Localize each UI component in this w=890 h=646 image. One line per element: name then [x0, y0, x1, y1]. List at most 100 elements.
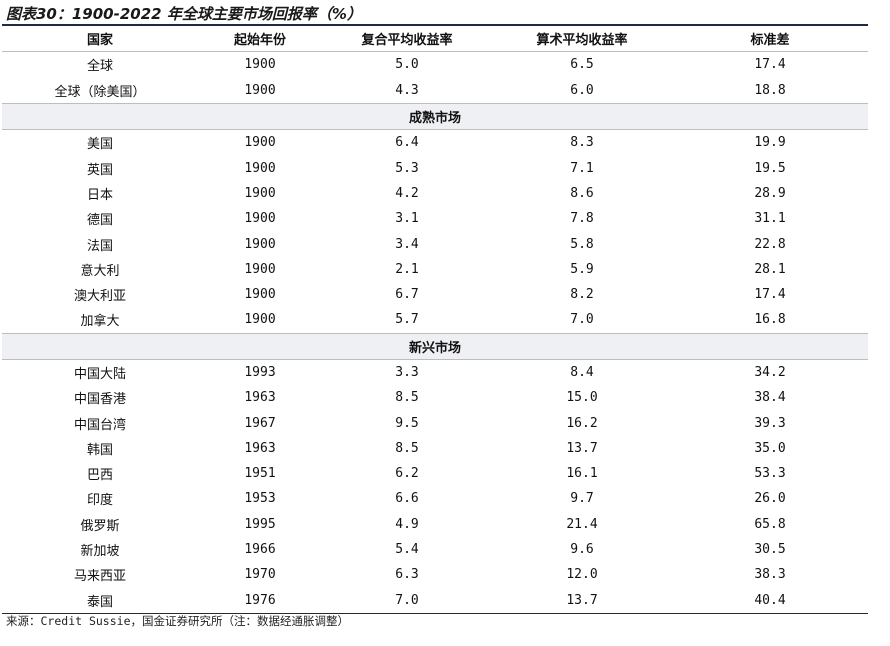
table-row: 意大利 1900 2.1 5.9 28.1: [2, 257, 868, 282]
cell-std-dev: 38.4: [754, 390, 786, 406]
cell-start-year: 1970: [244, 567, 276, 583]
developed-section: 美国 1900 6.4 8.3 19.9 英国 1900 5.3 7.1 19.5 日本 1900 4.…: [2, 130, 868, 333]
developed-section-header: 成熟市场: [2, 102, 868, 131]
table-row: 日本 1900 4.2 8.6 28.9: [2, 181, 868, 206]
cell-compound-return: 9.5: [395, 415, 419, 431]
cell-arithmetic-return: 9.6: [570, 542, 594, 558]
cell-arithmetic-return: 12.0: [566, 567, 598, 583]
cell-start-year: 1976: [198, 587, 322, 614]
cell-country: 日本: [86, 187, 113, 203]
cell-arithmetic-return: 21.4: [566, 516, 598, 532]
table-row: 新加坡 1966 5.4 9.6 30.5: [2, 537, 868, 562]
emerging-section-header: 新兴市场: [2, 332, 868, 360]
cell-std-dev: 53.3: [754, 466, 786, 482]
table-row: 英国 1900 5.3 7.1 19.5: [2, 155, 868, 180]
cell-arithmetic-return: 13.7: [566, 440, 598, 456]
table-row: 法国 1900 3.4 5.8 22.8: [2, 231, 868, 256]
cell-country: 中国香港: [73, 392, 126, 408]
cell-std-dev: 17.4: [754, 57, 786, 73]
cell-compound-return: 6.3: [395, 567, 419, 583]
cell-country: 新加坡: [80, 544, 120, 560]
cell-start-year: 1900: [244, 312, 276, 328]
cell-compound-return: 3.4: [395, 236, 419, 252]
cell-arithmetic-return: 7.8: [570, 211, 594, 227]
cell-std-dev: 35.0: [754, 440, 786, 456]
cell-compound-return: 6.6: [395, 491, 419, 507]
cell-country: 马来西亚: [73, 569, 126, 585]
cell-country: 中国台湾: [73, 417, 126, 433]
cell-std-dev: 18.8: [754, 82, 786, 98]
cell-compound-return: 4.2: [395, 185, 419, 201]
cell-arithmetic-return: 5.8: [570, 236, 594, 252]
column-header-start-year: 起始年份: [198, 26, 322, 53]
cell-std-dev: 38.3: [754, 567, 786, 583]
table-row: 韩国 1963 8.5 13.7 35.0: [2, 436, 868, 461]
table-row: 俄罗斯 1995 4.9 21.4 65.8: [2, 512, 868, 537]
cell-compound-return: 8.5: [395, 440, 419, 456]
cell-start-year: 1900: [244, 160, 276, 176]
cell-start-year: 1963: [244, 440, 276, 456]
column-header-std-dev: 标准差: [672, 26, 868, 53]
cell-compound-return: 2.1: [395, 261, 419, 277]
cell-country: 全球: [86, 59, 113, 75]
cell-country: 意大利: [80, 263, 120, 279]
column-header-arithmetic-return: 算术平均收益率: [492, 26, 672, 53]
cell-arithmetic-return: 7.0: [570, 312, 594, 328]
cell-compound-return: 6.7: [395, 287, 419, 303]
cell-std-dev: 22.8: [754, 236, 786, 252]
cell-arithmetic-return: 16.2: [566, 415, 598, 431]
table-header-row: 国家 起始年份 复合平均收益率 算术平均收益率 标准差: [2, 26, 868, 53]
table-row: 加拿大 1900 5.7 7.0 16.8: [2, 307, 868, 333]
cell-start-year: 1900: [244, 185, 276, 201]
cell-compound-return: 5.4: [395, 542, 419, 558]
table-row: 印度 1953 6.6 9.7 26.0: [2, 486, 868, 511]
cell-compound-return: 3.1: [395, 211, 419, 227]
table-row: 巴西 1951 6.2 16.1 53.3: [2, 461, 868, 486]
column-header-compound-return: 复合平均收益率: [322, 26, 492, 53]
cell-start-year: 1995: [244, 516, 276, 532]
cell-country: 俄罗斯: [80, 518, 120, 534]
cell-std-dev: 28.1: [754, 261, 786, 277]
section-label-emerging: 新兴市场: [2, 332, 868, 360]
cell-compound-return: 8.5: [395, 390, 419, 406]
cell-start-year: 1993: [244, 365, 276, 380]
table-row: 全球（除美国） 1900 4.3 6.0 18.8: [2, 78, 868, 104]
cell-std-dev: 19.5: [754, 160, 786, 176]
cell-arithmetic-return: 5.9: [570, 261, 594, 277]
cell-start-year: 1900: [244, 236, 276, 252]
cell-country: 巴西: [86, 468, 113, 484]
cell-start-year: 1900: [244, 135, 276, 151]
column-header-country: 国家: [2, 26, 198, 53]
cell-arithmetic-return: 13.7: [492, 587, 672, 614]
cell-std-dev: 65.8: [754, 516, 786, 532]
cell-std-dev: 39.3: [754, 415, 786, 431]
table-row: 美国 1900 6.4 8.3 19.9: [2, 130, 868, 156]
cell-country: 澳大利亚: [73, 289, 126, 305]
cell-std-dev: 26.0: [754, 491, 786, 507]
cell-arithmetic-return: 7.1: [570, 160, 594, 176]
returns-table: 国家 起始年份 复合平均收益率 算术平均收益率 标准差 全球 1900 5.0 6.5…: [2, 26, 868, 614]
table-row: 全球 1900 5.0 6.5 17.4: [2, 52, 868, 78]
cell-std-dev: 17.4: [754, 287, 786, 303]
cell-start-year: 1967: [244, 415, 276, 431]
cell-compound-return: 5.0: [395, 57, 419, 73]
cell-country: 泰国: [2, 587, 198, 614]
cell-compound-return: 5.7: [395, 312, 419, 328]
cell-std-dev: 28.9: [754, 185, 786, 201]
table-row: 德国 1900 3.1 7.8 31.1: [2, 206, 868, 231]
cell-compound-return: 7.0: [322, 587, 492, 614]
table-row: 中国大陆 1993 3.3 8.4 34.2: [2, 359, 868, 385]
cell-country: 美国: [86, 137, 113, 153]
cell-start-year: 1900: [244, 57, 276, 73]
cell-compound-return: 6.4: [395, 135, 419, 151]
cell-start-year: 1900: [244, 82, 276, 98]
cell-compound-return: 4.3: [395, 82, 419, 98]
cell-start-year: 1951: [244, 466, 276, 482]
cell-arithmetic-return: 8.4: [570, 365, 594, 380]
cell-arithmetic-return: 8.3: [570, 135, 594, 151]
cell-std-dev: 19.9: [754, 135, 786, 151]
cell-compound-return: 3.3: [395, 365, 419, 380]
global-section: 全球 1900 5.0 6.5 17.4 全球（除美国） 1900 4.3 6.0 18.8: [2, 52, 868, 104]
cell-arithmetic-return: 6.0: [570, 82, 594, 98]
cell-arithmetic-return: 15.0: [566, 390, 598, 406]
